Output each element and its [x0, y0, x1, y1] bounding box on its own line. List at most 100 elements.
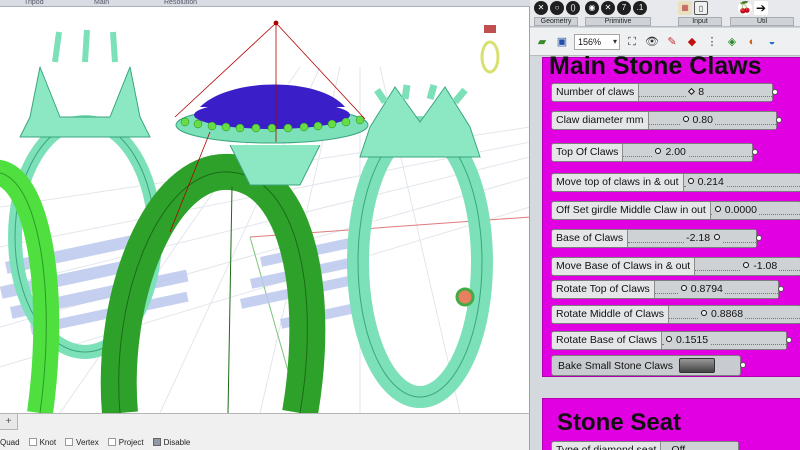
slider-label: Top Of Claws	[552, 144, 624, 161]
slider-knob-icon[interactable]	[743, 262, 750, 268]
7-icon[interactable]: 7	[617, 1, 631, 15]
slider-value[interactable]: -1.08	[741, 258, 780, 275]
slider-value[interactable]: 0.214	[685, 174, 726, 191]
decimal-icon[interactable]: .1	[633, 1, 647, 15]
slider-move-top-of-claws[interactable]: Move top of claws in & out 0.214	[551, 173, 800, 192]
ribbon-group-label[interactable]: Input	[678, 17, 722, 26]
slider-claw-diameter[interactable]: Claw diameter mm 0.80	[551, 111, 782, 130]
slider-track[interactable]: -1.08	[695, 258, 800, 275]
osnap-quad[interactable]: Quad	[0, 438, 20, 447]
preview-mesh-icon[interactable]: ◐	[744, 34, 760, 50]
slider-value[interactable]: 0.0000	[712, 202, 759, 219]
bake-small-stone-claws-button[interactable]: Bake Small Stone Claws	[551, 355, 746, 376]
ribbon-group-label[interactable]: Geometry	[534, 17, 578, 26]
cherry-icon[interactable]: 🍒	[738, 1, 752, 15]
slider-value[interactable]: 0.8794	[678, 281, 725, 298]
slider-knob-icon[interactable]	[682, 116, 689, 122]
slider-knob-icon[interactable]	[688, 87, 696, 96]
output-grip-icon[interactable]	[778, 286, 784, 292]
output-grip-icon[interactable]	[776, 117, 782, 123]
slider-track[interactable]: 0.214	[683, 174, 800, 191]
ribbon-group-label[interactable]: Primitive	[585, 17, 651, 26]
grasshopper-canvas[interactable]: Main Stone Claws Number of claws 8 Claw …	[530, 52, 800, 450]
eye-icon[interactable]: ◉	[585, 1, 599, 15]
slider-knob-icon[interactable]	[665, 336, 672, 342]
button-pill-icon[interactable]	[678, 358, 715, 373]
output-grip-icon[interactable]	[740, 362, 746, 368]
eye-icon[interactable]: 👁	[644, 34, 660, 50]
output-grip-icon[interactable]	[756, 235, 762, 241]
viewport-tab[interactable]: Tripod	[0, 0, 70, 6]
slider-icon[interactable]: ▯	[694, 1, 708, 15]
slider-track[interactable]: 8	[639, 84, 772, 101]
perspective-viewport[interactable]	[0, 7, 530, 413]
circle-icon[interactable]: ○	[550, 1, 564, 15]
slider-value[interactable]: -2.18	[684, 230, 723, 247]
slider-knob-icon[interactable]	[714, 234, 721, 240]
slider-top-of-claws[interactable]: Top Of Claws 2.00	[551, 143, 758, 162]
value-list-track[interactable]: Off	[661, 442, 738, 450]
slider-knob-icon[interactable]	[714, 206, 721, 212]
slider-track[interactable]: 0.1515	[661, 332, 787, 349]
viewport-tab[interactable]: Resolution	[140, 0, 210, 6]
slider-value[interactable]: 0.80	[680, 112, 715, 129]
zoom-extents-icon[interactable]: ⛶	[624, 34, 640, 50]
group-stone-seat[interactable]: Stone Seat Type of diamond seat Off	[542, 398, 800, 450]
wireframe-icon[interactable]: ◈	[724, 34, 740, 50]
slider-move-base-of-claws[interactable]: Move Base of Claws in & out -1.08	[551, 257, 800, 276]
component-ribbon: ✕ ○ () Geometry ◉ ✕ 7 .1 Primitive ▦ ▯ I…	[530, 0, 800, 27]
slider-number-of-claws[interactable]: Number of claws 8	[551, 83, 778, 102]
zoom-dropdown[interactable]: 156%	[574, 33, 620, 50]
slider-track[interactable]: 0.8794	[654, 281, 779, 298]
x-icon[interactable]: ✕	[601, 1, 615, 15]
osnap-disable[interactable]: Disable	[152, 438, 190, 447]
output-grip-icon[interactable]	[772, 89, 778, 95]
slider-knob-icon[interactable]	[680, 285, 687, 291]
save-icon[interactable]: ▣	[554, 34, 570, 50]
checkbox-icon[interactable]	[107, 438, 116, 446]
slider-track[interactable]: -2.18	[628, 230, 756, 247]
grasshopper-window: ✕ ○ () Geometry ◉ ✕ 7 .1 Primitive ▦ ▯ I…	[530, 0, 800, 450]
grid-icon[interactable]: ▦	[678, 1, 692, 15]
ribbon-group-input: ▦ ▯ Input	[678, 0, 724, 27]
osnap-project[interactable]: Project	[107, 438, 144, 447]
arrow-right-icon[interactable]: ➔	[754, 1, 768, 15]
slider-knob-icon[interactable]	[700, 310, 707, 316]
slider-value[interactable]: 0.8868	[698, 306, 746, 323]
output-grip-icon[interactable]	[752, 149, 758, 155]
osnap-knot[interactable]: Knot	[28, 438, 56, 447]
slider-track[interactable]: 0.0000	[710, 202, 800, 219]
ribbon-group-label[interactable]: Util	[730, 17, 794, 26]
slider-rotate-middle-of-claws[interactable]: Rotate Middle of Claws 0.8868	[551, 305, 800, 324]
group-main-stone-claws[interactable]: Main Stone Claws Number of claws 8 Claw …	[542, 52, 800, 377]
slider-offset-girdle-middle-claw[interactable]: Off Set girdle Middle Claw in out 0.0000	[551, 201, 800, 220]
x-icon[interactable]: ✕	[534, 1, 548, 15]
checkbox-icon[interactable]	[28, 438, 37, 446]
slider-rotate-base-of-claws[interactable]: Rotate Base of Claws 0.1515	[551, 331, 792, 350]
slider-value[interactable]: 8	[687, 84, 707, 101]
slider-label: Rotate Base of Claws	[552, 332, 662, 349]
sketch-pen-icon[interactable]: ✎	[664, 34, 680, 50]
viewport-tab[interactable]: Main	[70, 0, 140, 6]
value-list-diamond-seat[interactable]: Type of diamond seat Off	[551, 441, 739, 450]
open-folder-icon[interactable]: ▰	[534, 34, 550, 50]
button-label: Bake Small Stone Claws	[558, 359, 673, 372]
value-list-value[interactable]: Off	[669, 442, 688, 450]
checkbox-icon[interactable]	[152, 438, 161, 446]
slider-knob-icon[interactable]	[655, 148, 662, 154]
slider-base-of-claws[interactable]: Base of Claws -2.18	[551, 229, 762, 248]
checkbox-icon[interactable]	[65, 438, 74, 446]
slider-value[interactable]: 0.1515	[663, 332, 711, 349]
slider-track[interactable]: 2.00	[623, 144, 752, 161]
slider-value[interactable]: 2.00	[653, 144, 688, 161]
parenthesis-icon[interactable]: ()	[566, 1, 580, 15]
osnap-vertex[interactable]: Vertex	[65, 438, 99, 447]
slider-knob-icon[interactable]	[687, 178, 694, 184]
display-settings-icon[interactable]: ◒	[764, 34, 780, 50]
slider-rotate-top-of-claws[interactable]: Rotate Top of Claws 0.8794	[551, 280, 784, 299]
preview-shaded-icon[interactable]: ◆	[684, 34, 700, 50]
add-viewport-tab-button[interactable]: +	[0, 414, 18, 430]
slider-track[interactable]: 0.80	[648, 112, 777, 129]
output-grip-icon[interactable]	[786, 337, 792, 343]
slider-track[interactable]: 0.8868	[668, 306, 800, 323]
